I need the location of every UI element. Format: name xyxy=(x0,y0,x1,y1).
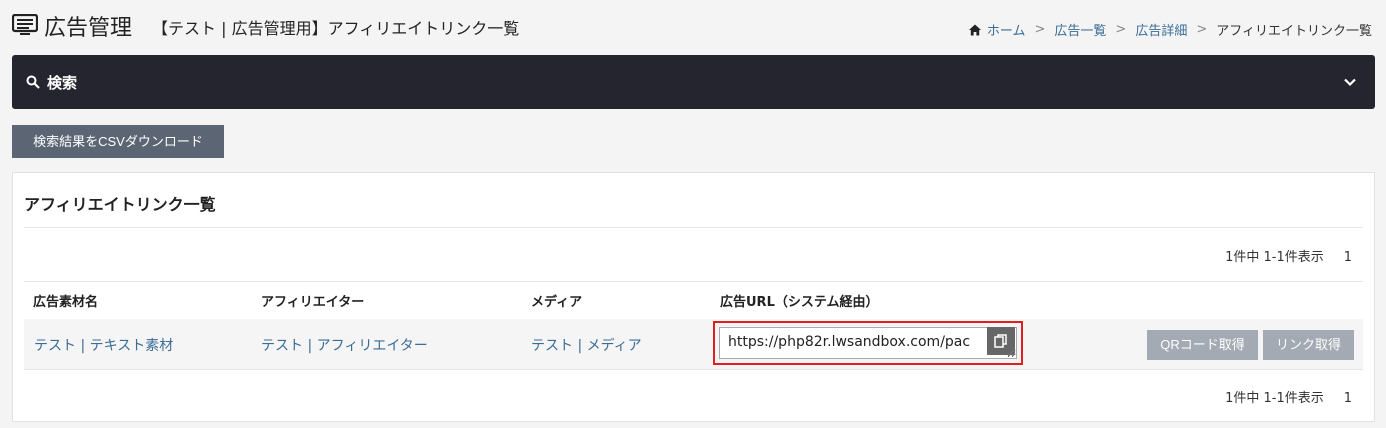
paging-summary: 1件中 1-1件表示 xyxy=(1225,391,1324,406)
pagination-top: 1件中 1-1件表示 1 xyxy=(1225,246,1352,265)
breadcrumb-separator: > xyxy=(1034,22,1046,37)
material-link[interactable]: テスト | テキスト素材 xyxy=(34,335,173,355)
column-header-material: 広告素材名 xyxy=(33,295,99,310)
page-link[interactable]: 1 xyxy=(1344,391,1352,406)
media-link[interactable]: テスト | メディア xyxy=(531,335,642,355)
divider xyxy=(24,281,1363,282)
affiliator-link[interactable]: テスト | アフィリエイター xyxy=(261,335,428,355)
ad-url-field[interactable]: https://php82r.lwsandbox.com/pac xyxy=(719,327,1017,359)
chevron-down-icon[interactable] xyxy=(1343,75,1357,89)
page-link[interactable]: 1 xyxy=(1344,250,1352,265)
breadcrumb: ホーム > 広告一覧 > 広告詳細 > アフィリエイトリンク一覧 xyxy=(968,20,1372,39)
resize-handle-icon[interactable] xyxy=(1007,348,1016,357)
divider xyxy=(24,369,1363,370)
page-title: 広告管理 xyxy=(44,16,133,41)
search-icon xyxy=(26,75,40,89)
breadcrumb-home-link[interactable]: ホーム xyxy=(987,20,1026,39)
search-panel-toggle[interactable]: 検索 xyxy=(12,55,1375,109)
list-icon xyxy=(12,14,38,35)
breadcrumb-current: アフィリエイトリンク一覧 xyxy=(1216,24,1372,39)
breadcrumb-separator: > xyxy=(1115,22,1127,37)
card-title: アフィリエイトリンク一覧 xyxy=(24,195,216,214)
breadcrumb-separator: > xyxy=(1196,22,1208,37)
breadcrumb-ad-list-link[interactable]: 広告一覧 xyxy=(1054,20,1106,39)
pagination-bottom: 1件中 1-1件表示 1 xyxy=(1225,387,1352,406)
divider xyxy=(24,227,1363,228)
copy-icon xyxy=(994,334,1007,348)
csv-download-button[interactable]: 検索結果をCSVダウンロード xyxy=(12,125,224,158)
search-label: 検索 xyxy=(47,74,78,92)
affiliate-link-card: アフィリエイトリンク一覧 1件中 1-1件表示 1 広告素材名 アフィリエイター … xyxy=(12,172,1375,422)
home-icon xyxy=(968,24,981,35)
breadcrumb-ad-detail-link[interactable]: 広告詳細 xyxy=(1135,20,1187,39)
get-qr-code-button[interactable]: QRコード取得 xyxy=(1147,330,1258,360)
column-header-media: メディア xyxy=(531,295,583,310)
column-header-affiliator: アフィリエイター xyxy=(261,295,365,310)
page-subtitle: 【テスト | 広告管理用】アフィリエイトリンク一覧 xyxy=(152,19,520,38)
get-link-button[interactable]: リンク取得 xyxy=(1263,330,1354,360)
column-header-ad-url: 広告URL（システム経由） xyxy=(720,295,879,310)
paging-summary: 1件中 1-1件表示 xyxy=(1225,250,1324,265)
